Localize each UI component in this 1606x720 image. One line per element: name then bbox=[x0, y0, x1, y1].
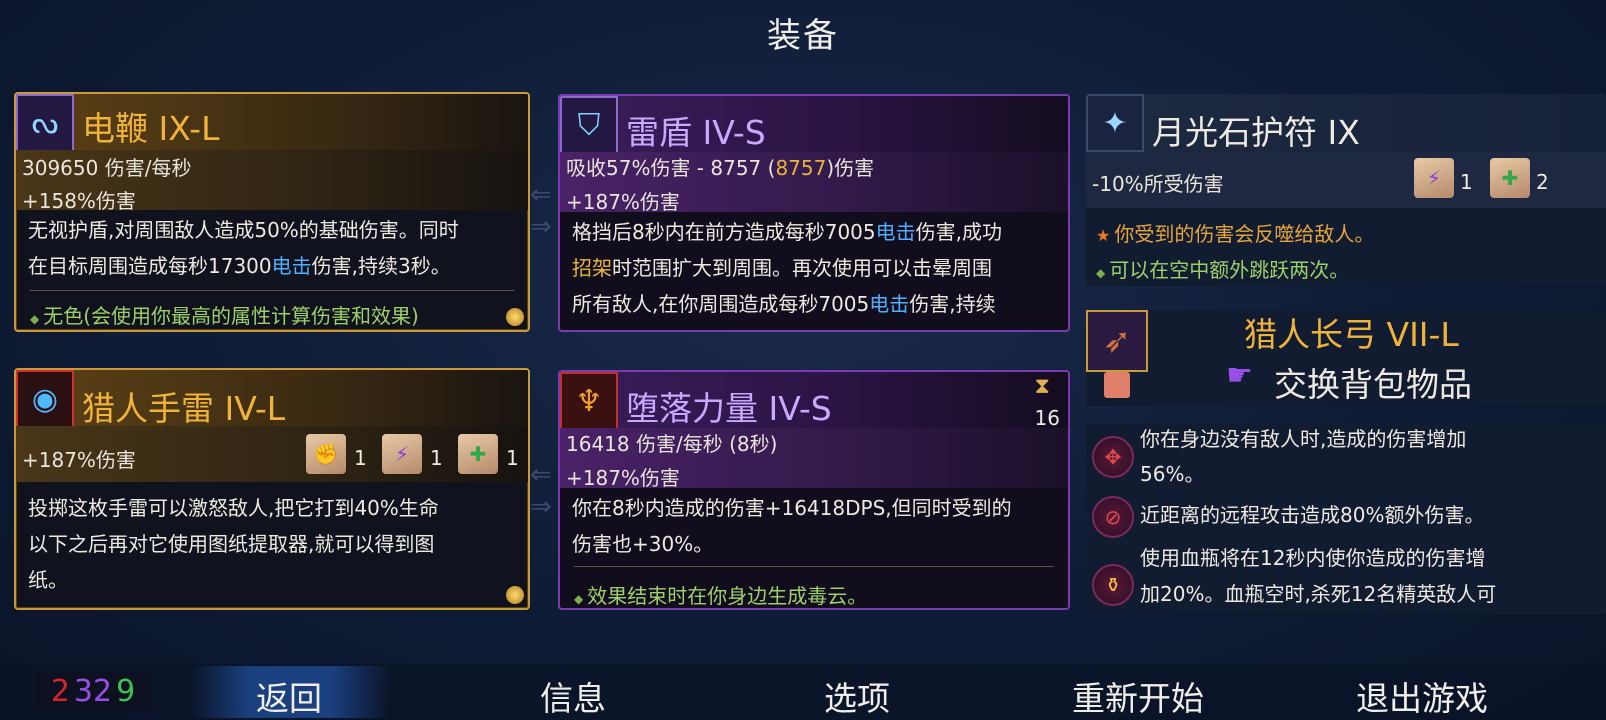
damage-bonus: +187%伤害 bbox=[566, 190, 680, 214]
damage-bonus: +187%伤害 bbox=[22, 448, 136, 472]
skill-slot-power[interactable]: ♆ 堕落力量 IV-S ⧗ 16 16418 伤害/每秒 (8秒) +187%伤… bbox=[558, 370, 1070, 610]
swap-backpack-label[interactable]: 交换背包物品 bbox=[1274, 358, 1472, 406]
weapon-slot-1[interactable]: ᔓ 电鞭 IX-L 309650 伤害/每秒 +158%伤害 无视护盾,对周围敌… bbox=[14, 92, 530, 332]
hunter-longbow-icon: ➶ bbox=[1086, 310, 1148, 372]
cooldown-value: 16 bbox=[1034, 406, 1060, 430]
item-description: 格挡后8秒内在前方造成每秒7005电击伤害,成功 招架时范围扩大到周围。再次使用… bbox=[572, 220, 1002, 316]
backpack-icon bbox=[1104, 372, 1130, 398]
gem-icon bbox=[506, 308, 524, 326]
backpack-slot[interactable]: ➶ 猎人长弓 VII-L ☛ 交换背包物品 bbox=[1086, 310, 1606, 406]
item-name: 猎人手雷 IV-L bbox=[82, 389, 286, 428]
moonstone-amulet-icon: ✦ bbox=[1086, 94, 1144, 152]
item-name: 堕落力量 IV-S bbox=[626, 389, 832, 428]
brutality-stat: 2 bbox=[50, 673, 70, 709]
item-name: 月光石护符 IX bbox=[1152, 113, 1360, 152]
skill-slot-grenade[interactable]: ◉ 猎人手雷 IV-L +187%伤害 ✊ 1 ⚡ 1 ✚ 1 投掷这枚手雷可以… bbox=[14, 368, 530, 610]
menu-info[interactable]: 信息 bbox=[540, 672, 606, 720]
dps-value: 16418 伤害/每秒 (8秒) bbox=[566, 432, 778, 456]
damage-bonus: +187%伤害 bbox=[566, 466, 680, 490]
mutation-row[interactable]: ⚱ 使用血瓶将在12秒内使你造成的伤害增 加20%。血瓶空时,杀死12名精英敌人… bbox=[1086, 546, 1606, 614]
menu-restart[interactable]: 重新开始 bbox=[1072, 672, 1204, 720]
link-arrow-icon: ⇐ bbox=[530, 180, 552, 210]
crosshair-mutation-icon: ✥ bbox=[1092, 436, 1134, 478]
damage-reduction: -10%所受伤害 bbox=[1092, 172, 1224, 196]
hunter-grenade-icon: ◉ bbox=[16, 370, 74, 428]
item-note: ◆ 效果结束时在你身边生成毒云。 bbox=[574, 584, 868, 608]
mutation-row[interactable]: ⊘ 近距离的远程攻击造成80%额外伤害。 bbox=[1086, 496, 1606, 540]
tactics-scroll-icon: ⚡ bbox=[1414, 158, 1454, 198]
item-name: 电鞭 IX-L bbox=[82, 109, 220, 148]
survival-stat: 9 bbox=[116, 673, 136, 709]
swap-icon: ☛ bbox=[1226, 358, 1253, 393]
item-name: 猎人长弓 VII-L bbox=[1244, 315, 1459, 354]
menu-quit[interactable]: 退出游戏 bbox=[1356, 672, 1488, 720]
amulet-effect-1: ★ 你受到的伤害会反噬给敌人。 bbox=[1096, 222, 1375, 246]
menu-back[interactable]: 返回 bbox=[256, 672, 322, 720]
link-arrow-icon: ⇒ bbox=[530, 212, 552, 242]
tactics-scroll-icon: ⚡ bbox=[382, 434, 422, 474]
item-description: 无视护盾,对周围敌人造成50%的基础伤害。同时 在目标周围造成每秒17300电击… bbox=[28, 218, 459, 278]
item-name: 雷盾 IV-S bbox=[626, 113, 766, 152]
item-description: 投掷这枚手雷可以激怒敌人,把它打到40%生命 以下之后再对它使用图纸提取器,就可… bbox=[28, 496, 439, 592]
page-title: 装备 bbox=[767, 16, 839, 56]
hourglass-icon: ⧗ bbox=[1034, 374, 1050, 399]
menu-options[interactable]: 选项 bbox=[824, 672, 890, 720]
brutality-scroll-icon: ✊ bbox=[306, 434, 346, 474]
amulet-effect-2: ◆ 可以在空中额外跳跃两次。 bbox=[1096, 258, 1350, 282]
shield-slot[interactable]: ⛉ 雷盾 IV-S 吸收57%伤害 - 8757 (8757)伤害 +187%伤… bbox=[558, 94, 1070, 332]
survival-scroll-icon: ✚ bbox=[458, 434, 498, 474]
mutation-row[interactable]: ✥ 你在身边没有敌人时,造成的伤害增加 56%。 bbox=[1086, 424, 1606, 490]
close-range-mutation-icon: ⊘ bbox=[1092, 496, 1134, 538]
link-arrow-icon: ⇐ bbox=[530, 460, 552, 490]
flask-mutation-icon: ⚱ bbox=[1092, 564, 1134, 606]
tactics-stat: 32 bbox=[73, 673, 113, 709]
item-note: ◆ 无色(会使用你最高的属性计算伤害和效果) bbox=[30, 304, 419, 328]
thunder-shield-icon: ⛉ bbox=[560, 96, 618, 154]
survival-scroll-icon: ✚ bbox=[1490, 158, 1530, 198]
amulet-slot[interactable]: ✦ 月光石护符 IX -10%所受伤害 ⚡ 1 ✚ 2 ★ 你受到的伤害会反噬给敌… bbox=[1086, 94, 1606, 286]
lightning-whip-icon: ᔓ bbox=[16, 94, 74, 152]
gem-icon bbox=[506, 586, 524, 604]
dps-value: 309650 伤害/每秒 bbox=[22, 156, 192, 180]
link-arrow-icon: ⇒ bbox=[530, 492, 552, 522]
block-stat: 吸收57%伤害 - 8757 (8757)伤害 bbox=[566, 156, 875, 180]
fallen-power-icon: ♆ bbox=[560, 372, 618, 430]
item-description: 你在8秒内造成的伤害+16418DPS,但同时受到的 伤害也+30%。 bbox=[572, 496, 1012, 556]
stats-counter: 2 32 9 bbox=[34, 672, 152, 710]
damage-bonus: +158%伤害 bbox=[22, 189, 136, 213]
